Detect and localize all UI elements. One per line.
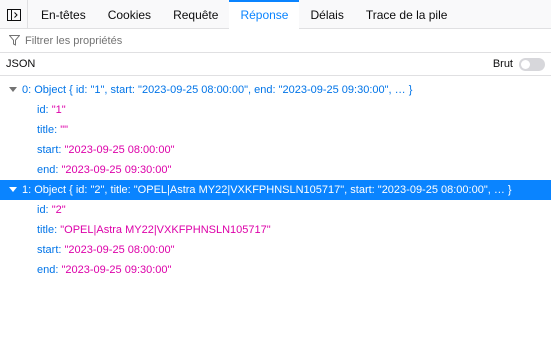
property-key: id: [37, 204, 49, 216]
raw-toggle-wrap: Brut [492, 57, 545, 71]
tab-response[interactable]: Réponse [229, 0, 300, 29]
filter-bar [0, 29, 551, 53]
tree-row[interactable]: id: "1" [0, 100, 551, 120]
property-key: title: [37, 224, 58, 236]
tree-row[interactable]: title: "" [0, 120, 551, 140]
tab-timings[interactable]: Délais [299, 0, 354, 29]
tab-cookies[interactable]: Cookies [97, 0, 162, 29]
property-value: "" [60, 124, 69, 136]
tab-bar: En-têtes Cookies Requête Réponse Délais … [0, 0, 551, 29]
tree-row-object-1[interactable]: 1: Object { id: "2", title: "OPEL|Astra … [0, 180, 551, 200]
property-value: "2" [51, 204, 66, 216]
json-section-title: JSON [6, 58, 36, 70]
tab-request[interactable]: Requête [162, 0, 229, 29]
tree-row[interactable]: title: "OPEL|Astra MY22|VXKFPHNSLN105717… [0, 220, 551, 240]
property-value: "2023-09-25 08:00:00" [64, 144, 175, 156]
property-value: "2023-09-25 09:30:00" [61, 264, 172, 276]
tabs: En-têtes Cookies Requête Réponse Délais … [28, 0, 459, 29]
tree-row[interactable]: start: "2023-09-25 08:00:00" [0, 240, 551, 260]
tree-row[interactable]: end: "2023-09-25 09:30:00" [0, 260, 551, 280]
property-key: title: [37, 124, 58, 136]
response-panel: En-têtes Cookies Requête Réponse Délais … [0, 0, 551, 358]
chevron-down-icon[interactable] [8, 80, 18, 100]
property-key: start: [37, 144, 62, 156]
chevron-down-icon[interactable] [8, 180, 18, 200]
toggle-pane-icon[interactable] [0, 0, 28, 29]
raw-label: Brut [492, 58, 513, 70]
property-key: start: [37, 244, 62, 256]
tree-row-index: 1: [22, 184, 32, 196]
tree-row[interactable]: id: "2" [0, 200, 551, 220]
tree-row-object-0[interactable]: 0: Object { id: "1", start: "2023-09-25 … [0, 80, 551, 100]
property-value: "2023-09-25 09:30:00" [61, 164, 172, 176]
property-value: "1" [51, 104, 66, 116]
tree-row[interactable]: start: "2023-09-25 08:00:00" [0, 140, 551, 160]
property-value: "OPEL|Astra MY22|VXKFPHNSLN105717" [60, 224, 271, 236]
property-key: end: [37, 264, 59, 276]
json-tree: 0: Object { id: "1", start: "2023-09-25 … [0, 80, 551, 280]
tab-headers[interactable]: En-têtes [30, 0, 97, 29]
tree-row[interactable]: end: "2023-09-25 09:30:00" [0, 160, 551, 180]
tree-row-summary: Object { id: "1", start: "2023-09-25 08:… [34, 84, 413, 96]
raw-toggle-knob [521, 59, 530, 69]
json-toolbar: JSON Brut [0, 53, 551, 76]
tree-row-index: 0: [22, 84, 32, 96]
property-value: "2023-09-25 08:00:00" [64, 244, 175, 256]
property-key: end: [37, 164, 59, 176]
raw-toggle[interactable] [519, 57, 545, 71]
filter-properties-input[interactable] [25, 34, 325, 47]
tree-row-summary: Object { id: "2", title: "OPEL|Astra MY2… [34, 184, 512, 196]
property-key: id: [37, 104, 49, 116]
filter-icon [8, 35, 20, 47]
tab-stack-trace[interactable]: Trace de la pile [355, 0, 459, 29]
